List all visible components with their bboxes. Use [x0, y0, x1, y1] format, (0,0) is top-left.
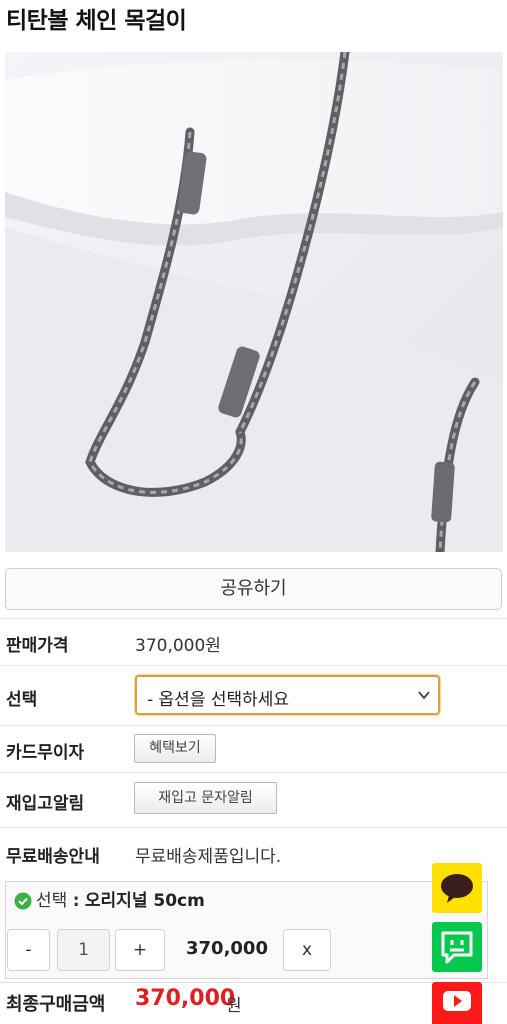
price-value: 370,000원 — [135, 636, 221, 656]
total-unit: 원 — [226, 996, 242, 1016]
option-select-value: - 옵션을 선택하세요 — [147, 690, 290, 710]
quantity-plus-button[interactable]: + — [115, 929, 165, 971]
product-image[interactable] — [5, 52, 503, 552]
card-label: 카드무이자 — [6, 743, 85, 763]
selected-option-prefix: 선택 — [36, 891, 68, 911]
card-row: 카드무이자 — [0, 725, 507, 772]
price-label: 판매가격 — [6, 636, 69, 656]
option-label: 선택 — [6, 690, 38, 710]
price-row: 판매가격 370,000원 — [0, 618, 507, 665]
talk-chat-icon — [441, 931, 473, 964]
quantity-input[interactable]: 1 — [57, 929, 110, 971]
remove-option-button[interactable]: x — [283, 929, 331, 971]
chain-necklace-photo — [5, 52, 503, 552]
share-button[interactable]: 공유하기 — [5, 568, 502, 610]
restock-label: 재입고알림 — [6, 794, 85, 814]
kakao-chat-button[interactable] — [432, 863, 482, 913]
check-circle-icon — [14, 892, 32, 910]
benefit-button[interactable]: 혜택보기 — [134, 734, 216, 763]
youtube-play-icon — [443, 991, 471, 1011]
quantity-minus-button[interactable]: - — [7, 929, 50, 971]
total-price: 370,000 — [135, 986, 236, 1011]
option-price: 370,000 — [186, 938, 268, 959]
kakao-chat-icon — [441, 874, 473, 903]
youtube-button[interactable] — [432, 982, 482, 1024]
selected-option-label: 선택 : 오리지널 50cm — [36, 886, 205, 911]
shipping-label: 무료배송안내 — [6, 847, 100, 867]
shipping-row: 무료배송안내 무료배송제품입니다. — [0, 827, 507, 877]
product-title: 티탄볼 체인 목걸이 — [6, 8, 187, 34]
restock-sms-button[interactable]: 재입고 문자알림 — [134, 782, 277, 814]
total-label: 최종구매금액 — [6, 994, 106, 1015]
option-select[interactable]: - 옵션을 선택하세요 — [135, 675, 440, 715]
talk-chat-button[interactable] — [432, 922, 482, 972]
shipping-value: 무료배송제품입니다. — [135, 847, 282, 867]
selected-option-value: 오리지널 50cm — [84, 891, 205, 911]
chevron-down-icon — [418, 691, 430, 700]
selected-option-separator: : — [72, 891, 80, 911]
